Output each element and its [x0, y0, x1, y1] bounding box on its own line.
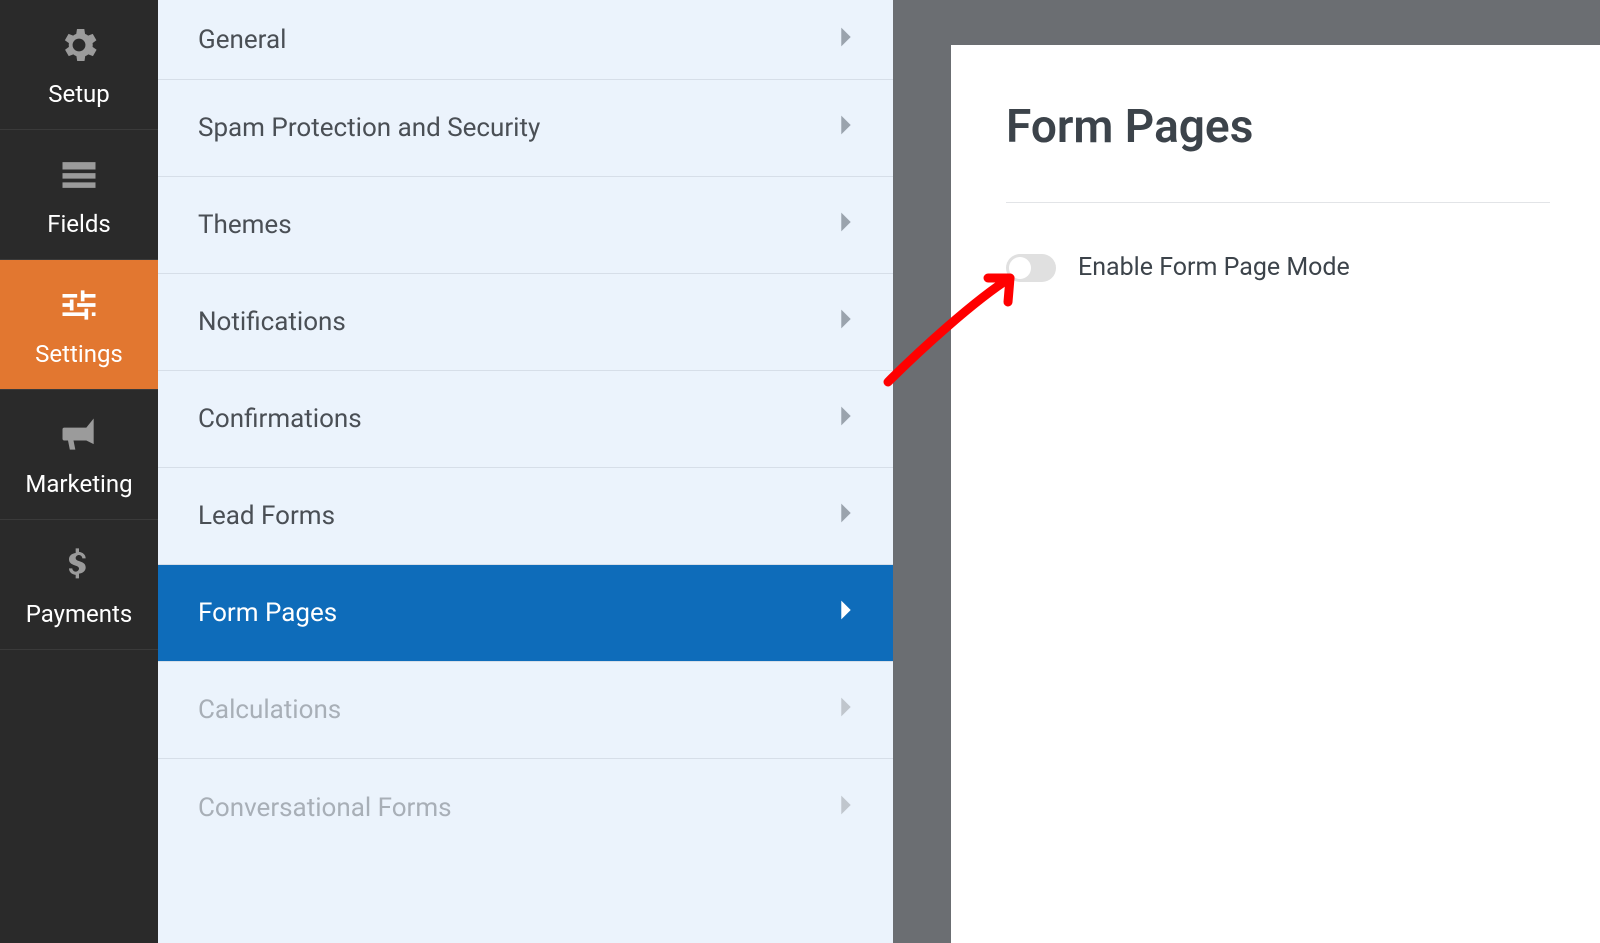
toggle-row-enable-form-page-mode: Enable Form Page Mode	[1006, 253, 1550, 282]
sidebar-item-label: Fields	[47, 210, 111, 238]
sidebar-item-setup[interactable]: Setup	[0, 0, 158, 130]
chevron-right-icon	[839, 210, 853, 240]
settings-label: Spam Protection and Security	[198, 113, 540, 143]
list-icon	[56, 152, 102, 198]
chevron-right-icon	[839, 598, 853, 628]
enable-form-page-mode-toggle[interactable]	[1006, 254, 1056, 282]
settings-row-notifications[interactable]: Notifications	[158, 274, 893, 371]
chevron-right-icon	[839, 695, 853, 725]
settings-label: Confirmations	[198, 404, 362, 434]
sidebar-item-label: Settings	[35, 340, 123, 368]
chevron-right-icon	[839, 404, 853, 434]
sliders-icon	[56, 282, 102, 328]
divider	[1006, 202, 1550, 203]
panel-gap	[893, 0, 951, 943]
settings-row-form-pages[interactable]: Form Pages	[158, 565, 893, 662]
settings-label: Notifications	[198, 307, 346, 337]
chevron-right-icon	[839, 25, 853, 55]
chevron-right-icon	[839, 113, 853, 143]
settings-row-themes[interactable]: Themes	[158, 177, 893, 274]
sidebar-item-settings[interactable]: Settings	[0, 260, 158, 390]
content-card: Form Pages Enable Form Page Mode	[951, 45, 1600, 943]
settings-label: General	[198, 25, 286, 55]
chevron-right-icon	[839, 793, 853, 823]
settings-row-lead-forms[interactable]: Lead Forms	[158, 468, 893, 565]
toggle-label: Enable Form Page Mode	[1078, 253, 1350, 282]
gear-icon	[56, 22, 102, 68]
chevron-right-icon	[839, 501, 853, 531]
settings-label: Conversational Forms	[198, 793, 452, 823]
sidebar-item-label: Marketing	[25, 470, 132, 498]
sidebar-item-fields[interactable]: Fields	[0, 130, 158, 260]
bullhorn-icon	[56, 412, 102, 458]
settings-label: Form Pages	[198, 598, 337, 628]
sidebar-item-label: Setup	[48, 80, 110, 108]
sidebar-item-marketing[interactable]: Marketing	[0, 390, 158, 520]
settings-label: Themes	[198, 210, 292, 240]
settings-row-conversational-forms[interactable]: Conversational Forms	[158, 759, 893, 856]
dollar-icon	[56, 542, 102, 588]
settings-label: Calculations	[198, 695, 341, 725]
sidebar-item-payments[interactable]: Payments	[0, 520, 158, 650]
settings-row-calculations[interactable]: Calculations	[158, 662, 893, 759]
settings-row-confirmations[interactable]: Confirmations	[158, 371, 893, 468]
chevron-right-icon	[839, 307, 853, 337]
main-sidebar: Setup Fields Settings Marketing Payments	[0, 0, 158, 943]
toggle-knob	[1009, 257, 1031, 279]
page-title: Form Pages	[1006, 100, 1550, 154]
settings-row-spam[interactable]: Spam Protection and Security	[158, 80, 893, 177]
settings-panel: General Spam Protection and Security The…	[158, 0, 893, 943]
settings-row-general[interactable]: General	[158, 0, 893, 80]
settings-label: Lead Forms	[198, 501, 335, 531]
sidebar-item-label: Payments	[26, 600, 133, 628]
